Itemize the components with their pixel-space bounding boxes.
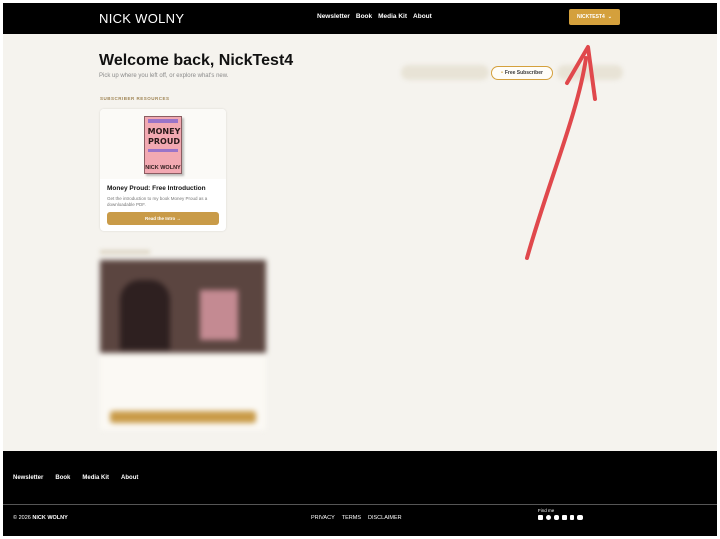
page: NICK WOLNY Newsletter Book Media Kit Abo…	[3, 3, 717, 536]
annotation-arrow	[525, 45, 597, 260]
